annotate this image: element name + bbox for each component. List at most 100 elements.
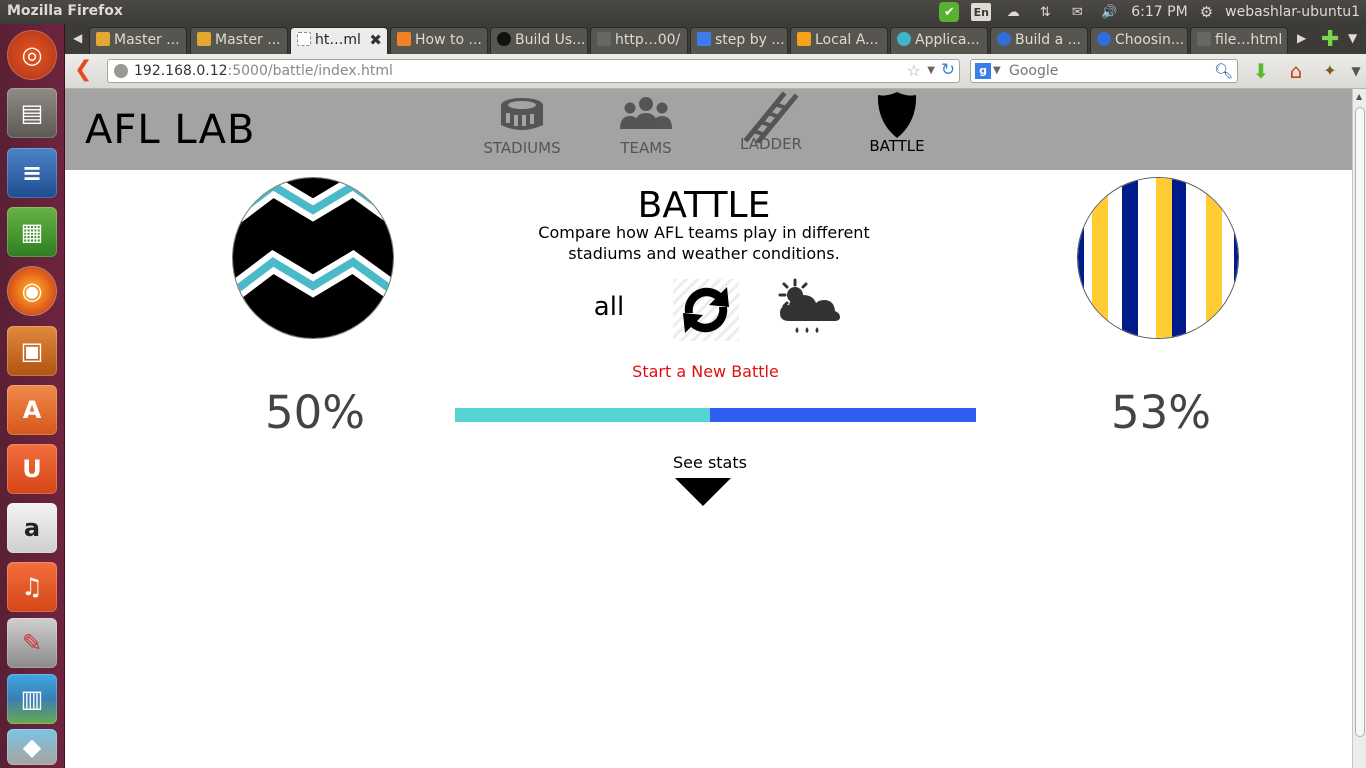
nav-stadiums[interactable]: STADIUMS — [467, 95, 577, 167]
tab-blank-page-icon — [297, 32, 311, 46]
stadium-filter-label[interactable]: all — [585, 292, 633, 322]
tab[interactable]: Local A... — [790, 27, 888, 54]
google-engine-icon[interactable]: g — [975, 63, 991, 79]
calc-icon[interactable]: ▦ — [7, 207, 57, 257]
volume-icon[interactable]: 🔊 — [1099, 3, 1119, 21]
tab[interactable]: Build a ... — [990, 27, 1088, 54]
scrollbar-thumb[interactable] — [1355, 107, 1365, 737]
network-icon[interactable]: ⇅ — [1035, 3, 1055, 21]
reload-button[interactable]: ↻ — [937, 59, 959, 83]
ubuntu-one-icon[interactable]: U — [7, 444, 57, 494]
expand-arrow-icon[interactable] — [675, 478, 731, 506]
new-tab-button[interactable]: ✚ — [1321, 27, 1339, 52]
teams-icon — [620, 97, 672, 129]
win-comparison-bar — [455, 408, 976, 422]
tab[interactable]: http…00/ — [590, 27, 688, 54]
addon-icon[interactable]: ✦ — [1318, 59, 1342, 83]
tab-google-icon — [697, 32, 711, 46]
software-center-icon[interactable]: A — [7, 385, 57, 435]
trash-icon[interactable]: ◆ — [7, 729, 57, 765]
nav-label: LADDER — [740, 135, 802, 153]
tab[interactable]: Build Us... — [490, 27, 588, 54]
tab-label: Build a ... — [1015, 32, 1081, 48]
nav-teams[interactable]: TEAMS — [591, 95, 701, 167]
weather-filter-button[interactable] — [775, 277, 841, 343]
impress-icon[interactable]: ▣ — [7, 326, 57, 376]
swap-arrows-icon — [673, 279, 739, 341]
tab-label: step by ... — [715, 32, 785, 48]
url-path: :5000/battle/index.html — [227, 63, 393, 79]
amazon-icon[interactable]: a — [7, 503, 57, 553]
page-scrollbar[interactable]: ▲ — [1352, 89, 1366, 768]
left-team-emblem[interactable] — [232, 177, 394, 339]
page-viewport: AFL LAB STADIUMS TEAMS LADDER BATTLE BAT… — [65, 89, 1352, 768]
see-stats-link[interactable]: See stats — [645, 453, 775, 472]
tab-label: Master ... — [114, 32, 180, 48]
keyboard-layout-indicator[interactable]: En — [971, 3, 992, 21]
tab[interactable]: Choosin... — [1090, 27, 1188, 54]
right-team-percentage: 53% — [1110, 386, 1212, 439]
site-header: AFL LAB STADIUMS TEAMS LADDER BATTLE — [65, 89, 1352, 170]
tabs-scroll-right-icon[interactable]: ▶ — [1297, 31, 1306, 45]
user-name[interactable]: webashlar-ubuntu1 — [1225, 4, 1360, 20]
firefox-icon[interactable]: ◉ — [7, 266, 57, 316]
swap-teams-button[interactable] — [673, 279, 739, 341]
tab[interactable]: step by ... — [690, 27, 788, 54]
tab-label: Local A... — [815, 32, 879, 48]
writer-icon[interactable]: ≡ — [7, 148, 57, 198]
url-bar[interactable]: 192.168.0.12:5000/battle/index.html ☆ ▼ — [107, 59, 960, 83]
scroll-up-icon[interactable]: ▲ — [1356, 92, 1362, 101]
left-team-logo-icon — [233, 178, 393, 338]
right-team-emblem[interactable] — [1077, 177, 1239, 339]
nav-ladder[interactable]: LADDER — [716, 91, 826, 167]
tab[interactable]: Master ... — [89, 27, 187, 54]
tab[interactable]: How to ... — [390, 27, 488, 54]
left-team-percentage: 50% — [264, 386, 366, 439]
home-icon[interactable]: ⌂ — [1284, 59, 1308, 83]
url-host: 192.168.0.12 — [134, 63, 228, 79]
system-tray: ✔ En ☁ ⇅ ✉ 🔊 6:17 PM ⚙ webashlar-ubuntu1 — [939, 0, 1360, 24]
right-team-bar-segment — [710, 408, 976, 422]
gear-icon[interactable]: ⚙ — [1200, 3, 1213, 21]
nav-battle[interactable]: BATTLE — [842, 92, 952, 167]
list-all-tabs-icon[interactable]: ▼ — [1348, 31, 1357, 45]
back-button[interactable]: ❮ — [74, 59, 96, 83]
menu-dropdown-icon[interactable]: ▼ — [1344, 59, 1366, 83]
search-engine-dropdown-icon[interactable]: ▼ — [993, 65, 1001, 76]
url-history-dropdown-icon[interactable]: ▼ — [927, 65, 935, 76]
workspaces-icon[interactable]: ▥ — [7, 674, 57, 724]
tab-label: Build Us... — [515, 32, 586, 48]
update-check-icon[interactable]: ✔ — [939, 2, 960, 22]
download-icon[interactable]: ⬇ — [1249, 59, 1273, 83]
tab-label: Choosin... — [1115, 32, 1185, 48]
search-icon[interactable]: 🔍︎ — [1214, 62, 1233, 80]
tab-active[interactable]: ht…ml ✖ — [290, 27, 388, 54]
tab-favicon-icon — [397, 32, 411, 46]
tab-favicon-icon — [1197, 32, 1211, 46]
mail-icon[interactable]: ✉ — [1067, 3, 1087, 21]
ubuntu-one-music-icon[interactable]: ♫ — [7, 562, 57, 612]
tab-label: file…html — [1215, 32, 1283, 48]
left-team-bar-segment — [455, 408, 711, 422]
start-new-battle-link[interactable]: Start a New Battle — [604, 362, 807, 381]
system-top-panel: Mozilla Firefox ✔ En ☁ ⇅ ✉ 🔊 6:17 PM ⚙ w… — [0, 0, 1366, 24]
files-icon[interactable]: ▤ — [7, 88, 57, 138]
tab[interactable]: Applica... — [890, 27, 988, 54]
cloud-icon[interactable]: ☁ — [1003, 3, 1023, 21]
tab[interactable]: Master ... — [190, 27, 288, 54]
site-logo[interactable]: AFL LAB — [85, 107, 255, 153]
search-bar[interactable]: g ▼ Google 🔍︎ — [970, 59, 1238, 83]
ubuntu-dash-icon[interactable]: ◎ — [7, 30, 57, 80]
close-tab-icon[interactable]: ✖ — [369, 31, 382, 49]
clock[interactable]: 6:17 PM — [1131, 4, 1187, 20]
tab-favicon-icon — [997, 32, 1011, 46]
tabs-scroll-left-icon[interactable]: ◀ — [73, 31, 82, 45]
tab-favicon-icon — [797, 32, 811, 46]
cloud-rain-sun-icon — [778, 278, 840, 333]
search-placeholder: Google — [1009, 63, 1059, 79]
right-team-logo-icon — [1078, 178, 1238, 338]
tab[interactable]: file…html — [1190, 27, 1288, 54]
bookmark-star-icon[interactable]: ☆ — [907, 61, 921, 80]
system-settings-icon[interactable]: ✎ — [7, 618, 57, 668]
site-identity-icon[interactable] — [114, 64, 128, 78]
